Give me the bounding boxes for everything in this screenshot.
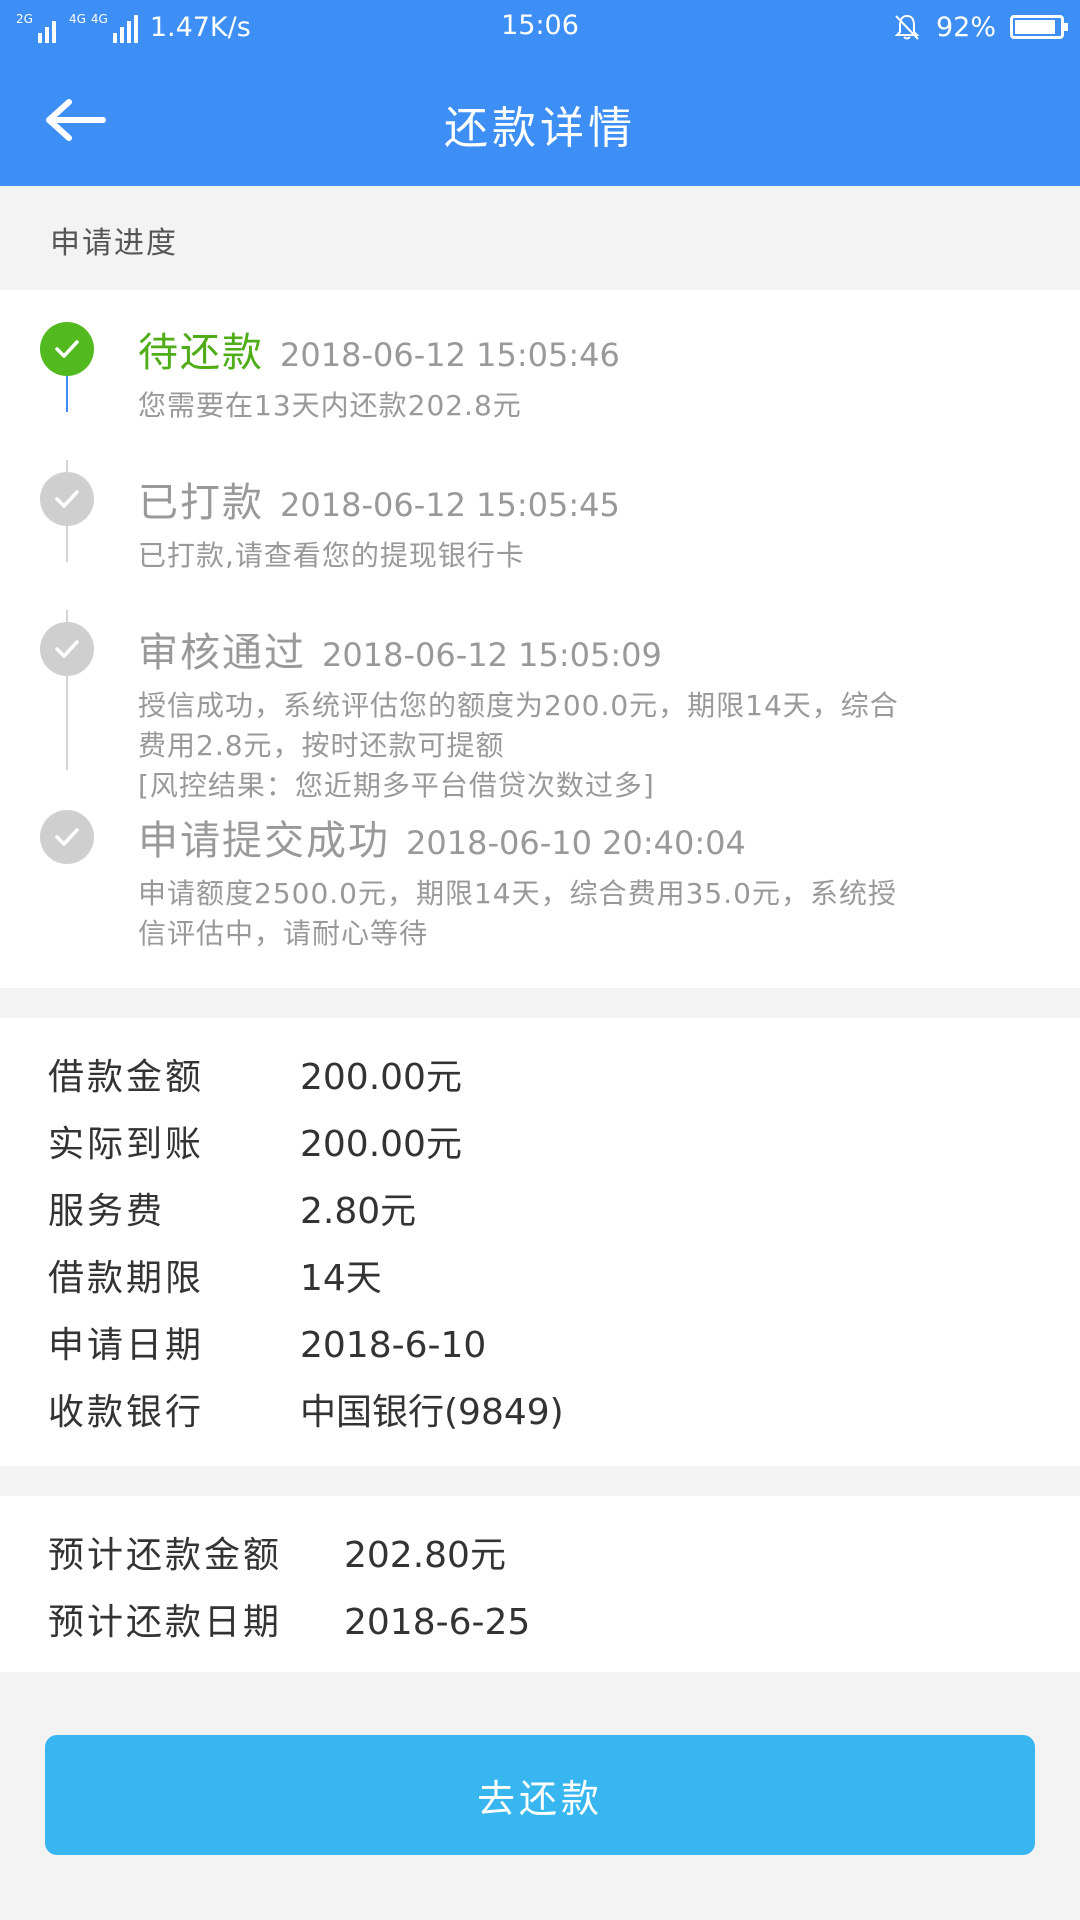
step-description: 您需要在13天内还款202.8元 bbox=[138, 389, 522, 422]
step-status: 申请提交成功 bbox=[138, 818, 390, 864]
info-value: 2.80元 bbox=[300, 1191, 417, 1232]
info-label: 实际到账 bbox=[48, 1124, 205, 1165]
step-description-line: 申请额度2500.0元，期限14天，综合费用35.0元，系统授 bbox=[138, 877, 897, 910]
repay-button[interactable]: 去还款 bbox=[45, 1735, 1035, 1855]
info-value: 2018-6-10 bbox=[300, 1325, 487, 1366]
info-value: 200.00元 bbox=[300, 1057, 462, 1098]
battery-icon bbox=[1010, 15, 1068, 39]
step-header: 待还款 2018-06-12 15:05:46 bbox=[138, 320, 620, 378]
step-header: 申请提交成功 2018-06-10 20:40:04 bbox=[138, 808, 746, 866]
step-time: 2018-06-12 15:05:45 bbox=[280, 486, 620, 524]
step-check-icon bbox=[40, 810, 94, 864]
step-time: 2018-06-12 15:05:09 bbox=[322, 636, 662, 674]
loan-info-row: 申请日期 2018-6-10 bbox=[48, 1316, 486, 1368]
info-value: 中国银行(9849) bbox=[300, 1392, 564, 1433]
step-status: 审核通过 bbox=[138, 630, 306, 676]
progress-section-title: 申请进度 bbox=[50, 226, 178, 261]
step-description-line: 信评估中，请耐心等待 bbox=[138, 917, 429, 950]
info-label: 服务费 bbox=[48, 1191, 166, 1232]
loan-info-row: 服务费 2.80元 bbox=[48, 1182, 416, 1234]
step-header: 已打款 2018-06-12 15:05:45 bbox=[138, 470, 620, 528]
info-label: 借款金额 bbox=[48, 1057, 205, 1098]
battery-fill bbox=[1015, 20, 1056, 34]
step-description-line: 费用2.8元，按时还款可提额 bbox=[138, 729, 505, 762]
repay-label: 预计还款金额 bbox=[48, 1535, 283, 1576]
progress-section-header: 申请进度 bbox=[0, 186, 1080, 290]
progress-timeline: 待还款 2018-06-12 15:05:46 您需要在13天内还款202.8元 … bbox=[0, 290, 1080, 988]
page-title: 还款详情 bbox=[444, 103, 636, 154]
step-time: 2018-06-12 15:05:46 bbox=[280, 336, 620, 374]
step-status: 已打款 bbox=[138, 480, 264, 526]
step-description: 申请额度2500.0元，期限14天，综合费用35.0元，系统授 信评估中，请耐心… bbox=[138, 874, 1048, 954]
step-check-icon-done bbox=[40, 322, 94, 376]
info-value: 200.00元 bbox=[300, 1124, 462, 1165]
loan-info-row: 收款银行 中国银行(9849) bbox=[48, 1383, 564, 1435]
step-description: 授信成功，系统评估您的额度为200.0元，期限14天，综合 费用2.8元，按时还… bbox=[138, 686, 1048, 806]
loan-info-row: 借款金额 200.00元 bbox=[48, 1048, 462, 1100]
info-label: 收款银行 bbox=[48, 1392, 205, 1433]
status-time: 15:06 bbox=[501, 10, 579, 41]
loan-info-section: 借款金额 200.00元 实际到账 200.00元 服务费 2.80元 借款期限 14天… bbox=[0, 1018, 1080, 1466]
repay-value: 2018-6-25 bbox=[344, 1602, 531, 1643]
repay-value: 202.80元 bbox=[344, 1535, 506, 1576]
step-time: 2018-06-10 20:40:04 bbox=[406, 824, 746, 862]
repay-label: 预计还款日期 bbox=[48, 1602, 283, 1643]
step-risk-result: [风控结果：您近期多平台借贷次数过多] bbox=[138, 769, 655, 802]
repay-info-row: 预计还款金额 202.80元 bbox=[48, 1526, 506, 1578]
status-bar: 2G 4G 4G 1.47K/s 15:06 92% bbox=[0, 0, 1080, 54]
step-check-icon bbox=[40, 472, 94, 526]
loan-info-row: 借款期限 14天 bbox=[48, 1249, 382, 1301]
info-label: 申请日期 bbox=[48, 1325, 205, 1366]
loan-info-row: 实际到账 200.00元 bbox=[48, 1115, 462, 1167]
step-description-line: 授信成功，系统评估您的额度为200.0元，期限14天，综合 bbox=[138, 689, 899, 722]
info-value: 14天 bbox=[300, 1258, 382, 1299]
app-header: 还款详情 bbox=[0, 54, 1080, 186]
step-description: 已打款,请查看您的提现银行卡 bbox=[138, 539, 525, 572]
step-check-icon bbox=[40, 622, 94, 676]
step-status-current: 待还款 bbox=[138, 330, 264, 376]
repay-info-row: 预计还款日期 2018-6-25 bbox=[48, 1593, 530, 1645]
repay-info-section: 预计还款金额 202.80元 预计还款日期 2018-6-25 bbox=[0, 1496, 1080, 1672]
step-header: 审核通过 2018-06-12 15:05:09 bbox=[138, 620, 662, 678]
info-label: 借款期限 bbox=[48, 1258, 205, 1299]
